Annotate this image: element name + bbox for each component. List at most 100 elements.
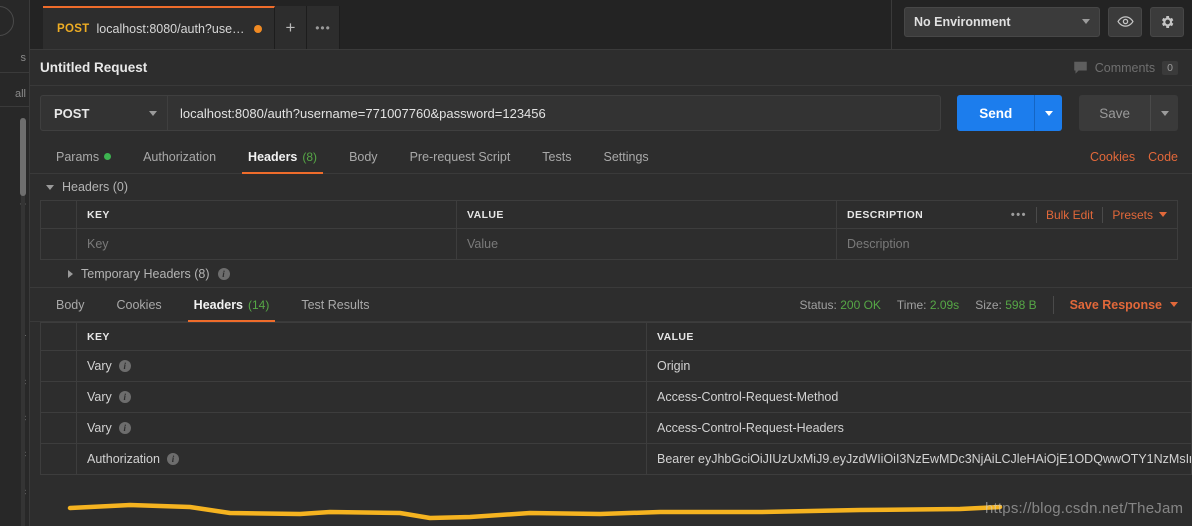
request-tab-name: localhost:8080/auth?usernam... [96, 21, 245, 36]
table-more-button[interactable]: ••• [1011, 209, 1027, 221]
info-icon[interactable]: i [166, 453, 179, 465]
table-row[interactable]: Authorization i Bearer eyJhbGciOiJIUzUxM… [40, 443, 1192, 475]
info-icon[interactable]: i [118, 422, 131, 434]
table-row[interactable]: Vary i Access-Control-Request-Method [40, 381, 1192, 413]
settings-button[interactable] [1150, 6, 1184, 37]
save-response-label: Save Response [1069, 297, 1162, 312]
tab-headers-label: Headers [248, 149, 298, 164]
http-method-label: POST [54, 105, 90, 121]
url-input[interactable]: localhost:8080/auth?username=771007760&p… [168, 95, 942, 131]
save-response-button[interactable]: Save Response [1070, 298, 1178, 312]
tab-pre-request-script-label: Pre-request Script [409, 149, 511, 164]
table-header-row: KEY VALUE DESCRIPTION ••• Bulk Edit Pres… [40, 200, 1178, 229]
tab-authorization[interactable]: Authorization [127, 140, 232, 173]
tab-params[interactable]: Params [40, 140, 127, 173]
bulk-edit-button[interactable]: Bulk Edit [1046, 208, 1093, 222]
comment-icon [1073, 61, 1087, 74]
tab-settings[interactable]: Settings [587, 140, 664, 173]
environment-quick-look-button[interactable] [1108, 6, 1142, 37]
code-link[interactable]: Code [1148, 150, 1178, 164]
header-description-input[interactable]: Description [836, 228, 1178, 260]
environment-select[interactable]: No Environment [904, 6, 1100, 37]
http-method-select[interactable]: POST [40, 95, 168, 131]
send-button[interactable]: Send [957, 95, 1035, 131]
sidebar-scrollbar-thumb[interactable] [20, 118, 26, 196]
tab-headers[interactable]: Headers (8) [232, 140, 333, 174]
temporary-headers-section[interactable]: Temporary Headers (8) i [30, 260, 1192, 288]
response-header-value: Origin [646, 350, 1192, 382]
save-button[interactable]: Save [1079, 95, 1150, 131]
headers-section-header[interactable]: Headers (0) [30, 174, 1192, 200]
postman-window: s all 1 7 r c c c c POST localhost:8080/… [0, 0, 1192, 526]
tabstrip-filler [340, 0, 891, 49]
request-links: Cookies Code [1090, 150, 1178, 164]
response-header-key: Vary i [76, 350, 647, 382]
info-icon[interactable]: i [118, 391, 131, 403]
rail-fragment-1[interactable]: all [0, 88, 29, 100]
header-key-input[interactable]: Key [76, 228, 457, 260]
row-gutter [40, 350, 77, 382]
response-time-label: Time: [896, 297, 927, 312]
tab-pre-request-script[interactable]: Pre-request Script [394, 140, 527, 173]
save-button-group: Save [1079, 95, 1178, 131]
request-tab-active[interactable]: POST localhost:8080/auth?usernam... [43, 6, 275, 49]
response-header-key-label: Vary [87, 421, 112, 435]
cookies-link[interactable]: Cookies [1090, 150, 1135, 164]
response-status-value: 200 OK [840, 297, 881, 312]
left-sidebar-rail[interactable]: s all 1 7 r c c c c [0, 0, 30, 526]
response-tab-body[interactable]: Body [40, 288, 101, 321]
response-tab-headers[interactable]: Headers (14) [178, 288, 286, 322]
tabstrip-left-gap [30, 0, 43, 49]
response-size-value: 598 B [1005, 297, 1037, 312]
response-tab-cookies-label: Cookies [116, 297, 162, 312]
chevron-down-icon [149, 110, 157, 116]
response-size-label: Size: [975, 297, 1002, 312]
table-row[interactable]: Key Value Description [40, 228, 1178, 260]
tab-authorization-label: Authorization [143, 149, 217, 164]
table-row[interactable]: Vary i Origin [40, 350, 1192, 382]
tab-settings-label: Settings [603, 149, 649, 164]
response-tab-headers-label: Headers [193, 297, 244, 312]
column-value: VALUE [456, 200, 837, 229]
table-row[interactable]: Vary i Access-Control-Request-Headers [40, 412, 1192, 444]
request-section-tabs: Params Authorization Headers (8) Body Pr… [30, 140, 1192, 174]
divider [1052, 295, 1054, 314]
response-header-key-label: Authorization [87, 452, 160, 466]
response-header-key-label: Vary [87, 359, 112, 373]
send-options-button[interactable] [1034, 95, 1063, 131]
request-tabs-list: Params Authorization Headers (8) Body Pr… [40, 140, 665, 174]
environment-selected-label: No Environment [914, 14, 1011, 29]
info-icon[interactable]: i [217, 267, 230, 280]
rail-fragment-0[interactable]: s [0, 52, 29, 64]
response-header-value: Bearer eyJhbGciOiJIUzUxMiJ9.eyJzdWIiOiI3… [646, 443, 1192, 475]
row-gutter [40, 412, 77, 444]
response-time: Time: 2.09s [897, 298, 959, 312]
request-tab-method: POST [57, 22, 90, 35]
response-column-value: VALUE [646, 322, 1192, 351]
header-value-input[interactable]: Value [456, 228, 837, 260]
response-headers-table: KEY VALUE Vary i Origin Vary i Access-Co… [40, 322, 1192, 475]
tab-body-label: Body [349, 149, 378, 164]
tab-body[interactable]: Body [333, 140, 394, 173]
environment-area: No Environment [891, 0, 1192, 49]
info-icon[interactable]: i [118, 360, 131, 372]
tab-tests[interactable]: Tests [526, 140, 587, 173]
response-tab-test-results[interactable]: Test Results [285, 288, 385, 321]
response-meta: Status: 200 OK Time: 2.09s Size: 598 B S… [800, 295, 1178, 314]
presets-button[interactable]: Presets [1112, 208, 1167, 222]
chevron-down-icon [1159, 212, 1167, 217]
tab-overflow-button[interactable]: ••• [307, 6, 340, 49]
comments-button[interactable]: Comments 0 [1073, 60, 1178, 75]
select-all-cell[interactable] [40, 200, 77, 229]
response-status: Status: 200 OK [800, 298, 881, 312]
gear-icon [1162, 15, 1174, 28]
row-checkbox-cell[interactable] [40, 228, 77, 260]
response-headers-table-wrap: KEY VALUE Vary i Origin Vary i Access-Co… [30, 322, 1192, 526]
tab-headers-count: (8) [302, 149, 318, 164]
new-tab-button[interactable]: + [275, 6, 307, 49]
table-header-row: KEY VALUE [40, 322, 1192, 351]
app-logo-icon [0, 6, 14, 36]
response-tabs-list: Body Cookies Headers (14) Test Results [40, 288, 385, 322]
save-options-button[interactable] [1150, 95, 1178, 131]
response-tab-cookies[interactable]: Cookies [101, 288, 178, 321]
